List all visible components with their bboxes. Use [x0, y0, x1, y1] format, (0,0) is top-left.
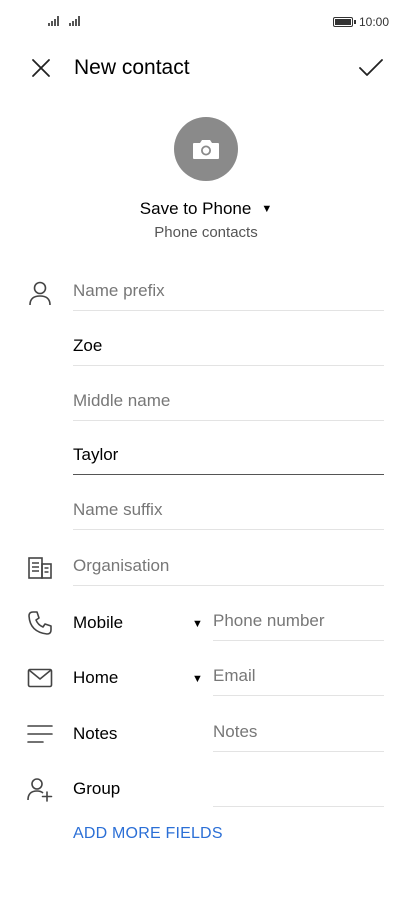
group-field[interactable]: [213, 763, 384, 807]
name-prefix-field[interactable]: Name prefix: [73, 267, 384, 311]
group-label: Group: [73, 779, 121, 798]
first-name-value: Zoe: [73, 336, 103, 355]
status-bar: 10:00: [0, 0, 412, 44]
notes-field[interactable]: Notes: [213, 708, 384, 752]
notes-placeholder: Notes: [213, 722, 258, 741]
account-selector[interactable]: Save to Phone ▼: [0, 199, 412, 219]
group-icon: [25, 774, 55, 804]
notes-label: Notes: [73, 724, 118, 743]
name-suffix-field[interactable]: Name suffix: [73, 486, 384, 530]
add-photo-button[interactable]: [174, 117, 238, 181]
page-title: New contact: [74, 56, 190, 79]
last-name-value: Taylor: [73, 445, 119, 464]
title-bar: New contact: [0, 44, 412, 92]
caret-down-icon[interactable]: ▼: [192, 673, 203, 685]
phone-number-field[interactable]: Phone number: [213, 597, 384, 641]
add-more-fields-button[interactable]: ADD MORE FIELDS: [73, 825, 223, 843]
email-field[interactable]: Email: [213, 652, 384, 696]
email-icon: [25, 663, 55, 693]
close-icon: [32, 59, 50, 77]
name-suffix-placeholder: Name suffix: [73, 500, 163, 519]
phone-number-placeholder: Phone number: [213, 611, 325, 630]
status-time: 10:00: [359, 15, 390, 29]
phone-type-selector[interactable]: Mobile: [73, 613, 123, 633]
battery-icon: [333, 17, 356, 27]
notes-icon: [25, 719, 55, 749]
camera-icon: [193, 140, 219, 159]
signal-icon: [69, 16, 80, 26]
middle-name-placeholder: Middle name: [73, 391, 171, 410]
account-selector-label: Save to Phone: [139, 199, 252, 218]
middle-name-field[interactable]: Middle name: [73, 377, 384, 421]
person-icon: [25, 278, 55, 308]
signal-icon: [48, 16, 59, 26]
close-button[interactable]: [27, 54, 55, 82]
caret-down-icon: ▼: [261, 203, 273, 215]
caret-down-icon[interactable]: ▼: [192, 618, 203, 630]
organisation-placeholder: Organisation: [73, 556, 170, 575]
name-prefix-placeholder: Name prefix: [73, 281, 165, 300]
save-contact-button[interactable]: [355, 52, 387, 84]
organisation-icon: [25, 553, 55, 583]
last-name-field[interactable]: Taylor: [73, 431, 384, 475]
account-subtitle: Phone contacts: [154, 224, 258, 241]
check-icon: [359, 59, 383, 76]
email-placeholder: Email: [213, 666, 256, 685]
first-name-field[interactable]: Zoe: [73, 322, 384, 366]
email-type-selector[interactable]: Home: [73, 668, 118, 688]
phone-icon: [25, 608, 55, 638]
organisation-field[interactable]: Organisation: [73, 542, 384, 586]
